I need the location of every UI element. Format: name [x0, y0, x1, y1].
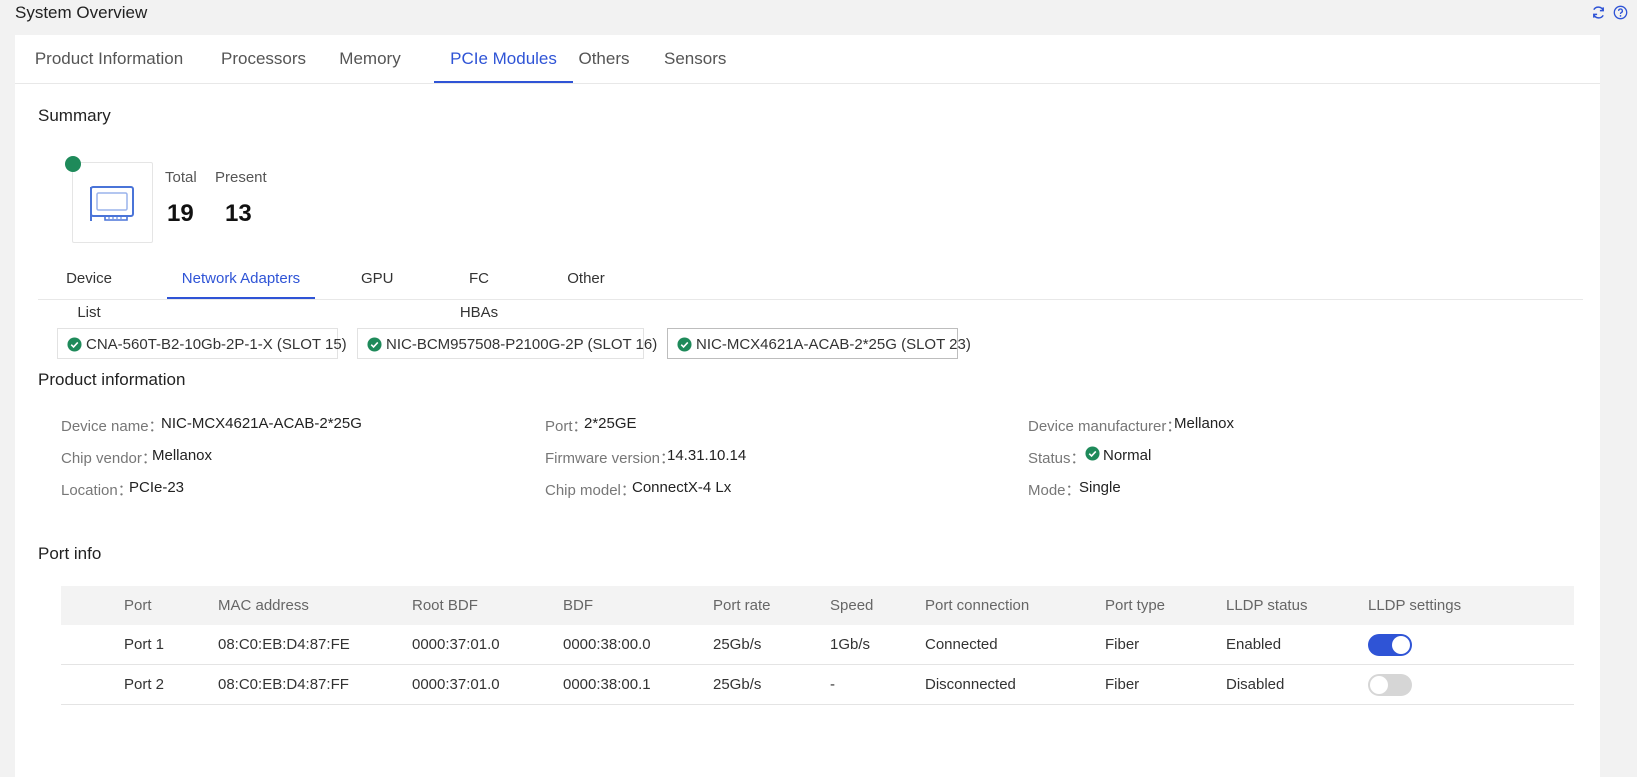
- firmware-version-value: 14.31.10.14: [667, 447, 747, 464]
- column-header: Port rate: [713, 597, 771, 614]
- device-manufacturer-label: Device manufacturer：: [1028, 418, 1182, 435]
- root-bdf-cell: 0000:37:01.0: [412, 636, 500, 653]
- column-header: Port connection: [925, 597, 1030, 614]
- speed-cell: 1Gb/s: [830, 636, 871, 653]
- status-dot: [65, 156, 81, 172]
- firmware-version-label: Firmware version：: [545, 450, 676, 467]
- adapter-chip-slot-15[interactable]: CNA-560T-B2-10Gb-2P-1-X (SLOT 15): [57, 328, 347, 359]
- main-panel: Product Information Processors Memory PC…: [15, 35, 1600, 777]
- header-icons: [1590, 4, 1628, 20]
- total-label: Total: [165, 169, 197, 186]
- status-value: Normal: [1103, 447, 1152, 464]
- bdf-cell: 0000:38:00.0: [563, 636, 651, 653]
- port-rate-cell: 25Gb/s: [713, 676, 762, 693]
- table-row: Port 2 08:C0:EB:D4:87:FF 0000:37:01.0 00…: [61, 665, 1574, 705]
- adapter-chip-label: CNA-560T-B2-10Gb-2P-1-X (SLOT 15): [86, 336, 347, 353]
- toggle-knob: [1392, 636, 1410, 654]
- tab-pcie-modules[interactable]: PCIe Modules: [434, 35, 573, 83]
- chip-model-label: Chip model：: [545, 482, 636, 499]
- adapter-chip-label: NIC-BCM957508-P2100G-2P (SLOT 16): [386, 336, 658, 353]
- mac-cell: 08:C0:EB:D4:87:FE: [218, 636, 350, 653]
- port-type-cell: Fiber: [1105, 636, 1140, 653]
- summary-title: Summary: [38, 106, 111, 125]
- summary-card: [72, 162, 153, 243]
- toggle-knob: [1370, 676, 1388, 694]
- port-info-title: Port info: [38, 544, 102, 563]
- port-cell: Port 2: [124, 676, 165, 693]
- adapter-chip-label: NIC-MCX4621A-ACAB-2*25G (SLOT 23): [696, 336, 971, 353]
- main-tab-bar: Product Information Processors Memory PC…: [15, 35, 1600, 84]
- pcie-card-icon: [90, 186, 134, 221]
- total-value: 19: [167, 200, 194, 227]
- check-circle-icon: [1085, 446, 1100, 461]
- mode-value: Single: [1079, 479, 1121, 496]
- page-title: System Overview: [15, 3, 148, 22]
- column-header: MAC address: [218, 597, 309, 614]
- lldp-status-cell: Enabled: [1226, 636, 1282, 653]
- tab-others[interactable]: Others: [578, 35, 630, 82]
- chip-model-value: ConnectX-4 Lx: [632, 479, 732, 496]
- refresh-icon[interactable]: [1590, 4, 1606, 20]
- port-type-cell: Fiber: [1105, 676, 1140, 693]
- table-header: Port MAC address Root BDF BDF Port rate …: [61, 586, 1574, 625]
- speed-cell: -: [830, 676, 835, 693]
- tab-device-list[interactable]: Device List: [53, 262, 125, 321]
- sub-tab-bar: Device List Network Adapters GPU FC HBAs…: [38, 262, 1583, 321]
- lldp-toggle[interactable]: [1368, 674, 1412, 696]
- tab-product-information[interactable]: Product Information: [34, 35, 184, 82]
- status-label: Status：: [1028, 450, 1086, 467]
- root-bdf-cell: 0000:37:01.0: [412, 676, 500, 693]
- lldp-toggle[interactable]: [1368, 634, 1412, 656]
- column-header: BDF: [563, 597, 593, 614]
- tab-other[interactable]: Other: [566, 262, 606, 299]
- adapter-chip-slot-16[interactable]: NIC-BCM957508-P2100G-2P (SLOT 16): [357, 328, 657, 359]
- tab-gpu[interactable]: GPU: [361, 262, 394, 299]
- help-icon[interactable]: [1612, 4, 1628, 20]
- present-value: 13: [225, 200, 252, 227]
- connection-cell: Connected: [925, 636, 998, 653]
- chip-vendor-value: Mellanox: [152, 447, 213, 464]
- port-table: Port MAC address Root BDF BDF Port rate …: [61, 586, 1574, 705]
- location-label: Location：: [61, 482, 133, 499]
- tab-sensors[interactable]: Sensors: [664, 35, 726, 82]
- adapter-chip-slot-23[interactable]: NIC-MCX4621A-ACAB-2*25G (SLOT 23): [667, 328, 971, 359]
- tab-fc-hbas[interactable]: FC HBAs: [450, 262, 508, 321]
- column-header: LLDP status: [1226, 597, 1308, 614]
- port-rate-cell: 25Gb/s: [713, 636, 762, 653]
- tab-memory[interactable]: Memory: [337, 35, 403, 82]
- device-name-label: Device name：: [61, 418, 164, 435]
- column-header: Port: [124, 597, 152, 614]
- column-header: LLDP settings: [1368, 597, 1462, 614]
- table-row: Port 1 08:C0:EB:D4:87:FE 0000:37:01.0 00…: [61, 625, 1574, 665]
- column-header: Speed: [830, 597, 874, 614]
- device-manufacturer-value: Mellanox: [1174, 415, 1235, 432]
- connection-cell: Disconnected: [925, 676, 1016, 693]
- mode-label: Mode：: [1028, 482, 1081, 499]
- lldp-status-cell: Disabled: [1226, 676, 1285, 693]
- chip-vendor-label: Chip vendor：: [61, 450, 157, 467]
- check-circle-icon: [367, 337, 382, 352]
- column-header: Port type: [1105, 597, 1166, 614]
- bdf-cell: 0000:38:00.1: [563, 676, 651, 693]
- tab-network-adapters[interactable]: Network Adapters: [167, 262, 315, 299]
- tab-processors[interactable]: Processors: [221, 35, 306, 82]
- port-value: 2*25GE: [584, 415, 637, 432]
- column-header: Root BDF: [412, 597, 478, 614]
- port-label: Port：: [545, 418, 588, 435]
- product-info-title: Product information: [38, 370, 186, 389]
- check-circle-icon: [67, 337, 82, 352]
- mac-cell: 08:C0:EB:D4:87:FF: [218, 676, 349, 693]
- port-cell: Port 1: [124, 636, 165, 653]
- device-name-value: NIC-MCX4621A-ACAB-2*25G: [161, 415, 362, 432]
- present-label: Present: [215, 169, 267, 186]
- check-circle-icon: [677, 337, 692, 352]
- location-value: PCIe-23: [129, 479, 185, 496]
